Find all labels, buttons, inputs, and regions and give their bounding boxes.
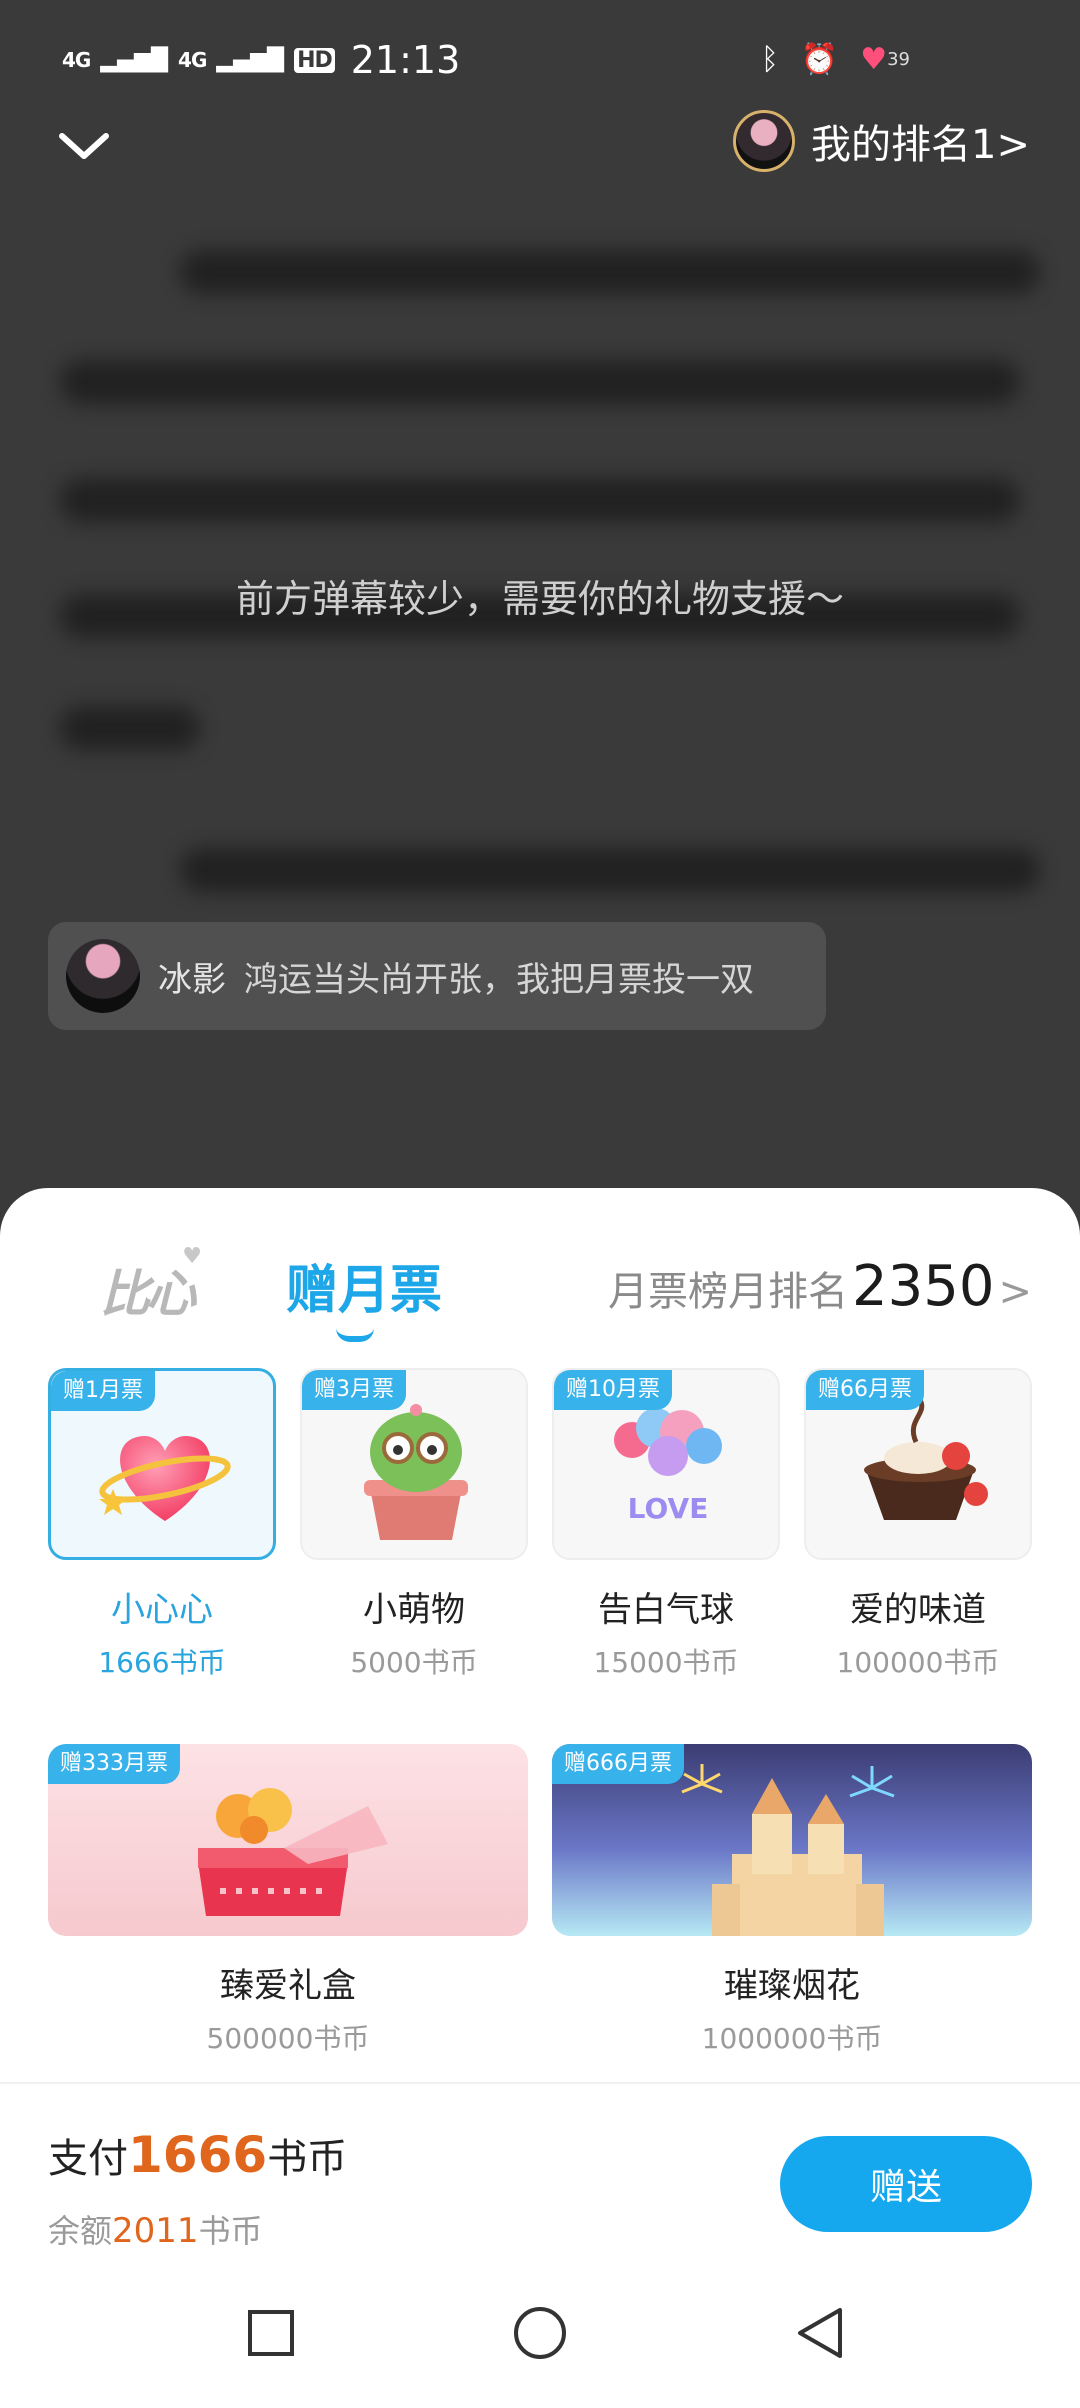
signal-bars-icon: ▂▄▆█ bbox=[100, 47, 169, 73]
gift-name: 臻爱礼盒 bbox=[220, 1966, 356, 2006]
clock: 21:13 bbox=[350, 38, 461, 82]
gift-price: 15000书币 bbox=[593, 1646, 739, 1679]
gift-price: 100000书币 bbox=[836, 1646, 1000, 1679]
tab-yuepiao[interactable]: 赠月票 bbox=[286, 1248, 442, 1323]
gift-sheet: 比心 ♥ 赠月票 月票榜月排名 2350 > 赠1月票 小心心 1666书币 赠… bbox=[0, 1188, 1080, 2408]
hd-icon: HD bbox=[294, 47, 335, 73]
payment-summary: 支付 1666 书币 余额 2011 书币 bbox=[48, 2126, 347, 2252]
send-button[interactable]: 赠送 bbox=[780, 2136, 1032, 2232]
my-rank-link[interactable]: 我的排名1> bbox=[733, 110, 1030, 172]
my-rank-label: 我的排名1> bbox=[811, 122, 1030, 168]
gift-item-xiaomengwu[interactable]: 赠3月票 小萌物 5000书币 bbox=[300, 1368, 528, 1681]
pay-prefix: 支付 bbox=[48, 2136, 128, 2182]
alarm-icon: ⏰ bbox=[800, 42, 839, 77]
gift-item-aideweidao[interactable]: 赠66月票 爱的味道 100000书币 bbox=[804, 1368, 1032, 1681]
gift-price: 1666书币 bbox=[98, 1646, 226, 1679]
active-tab-indicator bbox=[336, 1328, 374, 1342]
balloon-love-text: LOVE bbox=[628, 1492, 709, 1525]
gift-name: 告白气球 bbox=[598, 1590, 734, 1630]
balance-prefix: 余额 bbox=[48, 2212, 113, 2250]
gift-name: 爱的味道 bbox=[850, 1590, 986, 1630]
rank-value: 2350 bbox=[851, 1254, 995, 1319]
gift-tabs: 比心 ♥ 赠月票 月票榜月排名 2350 > bbox=[0, 1228, 1080, 1342]
signal-icon: 4G bbox=[62, 48, 91, 72]
gift-card: LOVE 赠10月票 bbox=[552, 1368, 780, 1560]
signal-icon-2: 4G bbox=[178, 48, 207, 72]
system-nav-bar bbox=[0, 2258, 1080, 2408]
reader-topbar: 我的排名1> bbox=[0, 110, 1080, 182]
status-bar: 4G ▂▄▆█ 4G ▂▄▆█ HD 21:13 ᛒ ⏰ ♥ 39 bbox=[0, 0, 1080, 120]
monthly-rank-link[interactable]: 月票榜月排名 2350 > bbox=[608, 1254, 1032, 1319]
signal-bars-icon-2: ▂▄▆█ bbox=[216, 47, 285, 73]
danmaku-text: 鸿运当头尚开张，我把月票投一双 bbox=[244, 959, 754, 1000]
gift-card: 赠66月票 bbox=[804, 1368, 1032, 1560]
divider bbox=[0, 2082, 1080, 2084]
tab-bixin-label: 比心 bbox=[100, 1265, 196, 1323]
balance-unit: 书币 bbox=[198, 2212, 263, 2250]
pay-unit: 书币 bbox=[267, 2136, 348, 2182]
gift-name: 小心心 bbox=[111, 1590, 213, 1630]
gift-card: 赠333月票 bbox=[48, 1744, 528, 1936]
gift-price: 5000书币 bbox=[350, 1646, 478, 1679]
danmaku-avatar bbox=[66, 939, 140, 1013]
gift-name: 璀璨烟花 bbox=[724, 1966, 860, 2006]
balance-amount: 2011 bbox=[112, 2211, 199, 2251]
chevron-down-icon[interactable] bbox=[56, 128, 112, 164]
gift-badge: 赠3月票 bbox=[302, 1370, 406, 1410]
gift-price: 1000000书币 bbox=[701, 2022, 883, 2055]
battery-icon: ♥ 39 bbox=[860, 42, 910, 77]
heart-icon: ♥ bbox=[182, 1244, 202, 1269]
back-icon[interactable] bbox=[786, 2298, 856, 2368]
gift-card: 赠3月票 bbox=[300, 1368, 528, 1560]
danmaku-user: 冰影 bbox=[158, 959, 226, 1000]
pay-amount: 1666 bbox=[128, 2126, 268, 2184]
gift-name: 小萌物 bbox=[363, 1590, 465, 1630]
gift-item-gaobaiqiqiu[interactable]: LOVE 赠10月票 告白气球 15000书币 bbox=[552, 1368, 780, 1681]
gift-prompt: 前方弹幕较少，需要你的礼物支援～ bbox=[235, 577, 844, 621]
gift-item-xiaoxinxin[interactable]: 赠1月票 小心心 1666书币 bbox=[48, 1368, 276, 1681]
gift-badge: 赠10月票 bbox=[554, 1370, 672, 1410]
gift-price: 500000书币 bbox=[206, 2022, 370, 2055]
gift-badge: 赠66月票 bbox=[806, 1370, 924, 1410]
bluetooth-icon: ᛒ bbox=[760, 42, 779, 77]
avatar bbox=[733, 110, 796, 172]
gift-badge: 赠1月票 bbox=[51, 1371, 155, 1411]
tab-bixin[interactable]: 比心 ♥ bbox=[100, 1244, 202, 1326]
rank-label: 月票榜月排名 bbox=[607, 1269, 848, 1315]
gift-item-zhenaihihe[interactable]: 赠333月票 臻爱礼盒 500000书币 bbox=[48, 1744, 528, 2057]
gift-card: 赠1月票 bbox=[48, 1368, 276, 1560]
gift-badge: 赠666月票 bbox=[552, 1744, 684, 1784]
gift-card: 赠666月票 bbox=[552, 1744, 1032, 1936]
recent-apps-icon[interactable] bbox=[236, 2298, 306, 2368]
battery-level: 39 bbox=[887, 49, 910, 70]
gift-badge: 赠333月票 bbox=[48, 1744, 180, 1784]
danmaku-bubble: 冰影 鸿运当头尚开张，我把月票投一双 bbox=[48, 922, 826, 1030]
rank-arrow: > bbox=[998, 1269, 1032, 1315]
home-icon[interactable] bbox=[505, 2298, 575, 2368]
gift-item-cuicanyanhua[interactable]: 赠666月票 璀璨烟花 1000000书币 bbox=[552, 1744, 1032, 2057]
